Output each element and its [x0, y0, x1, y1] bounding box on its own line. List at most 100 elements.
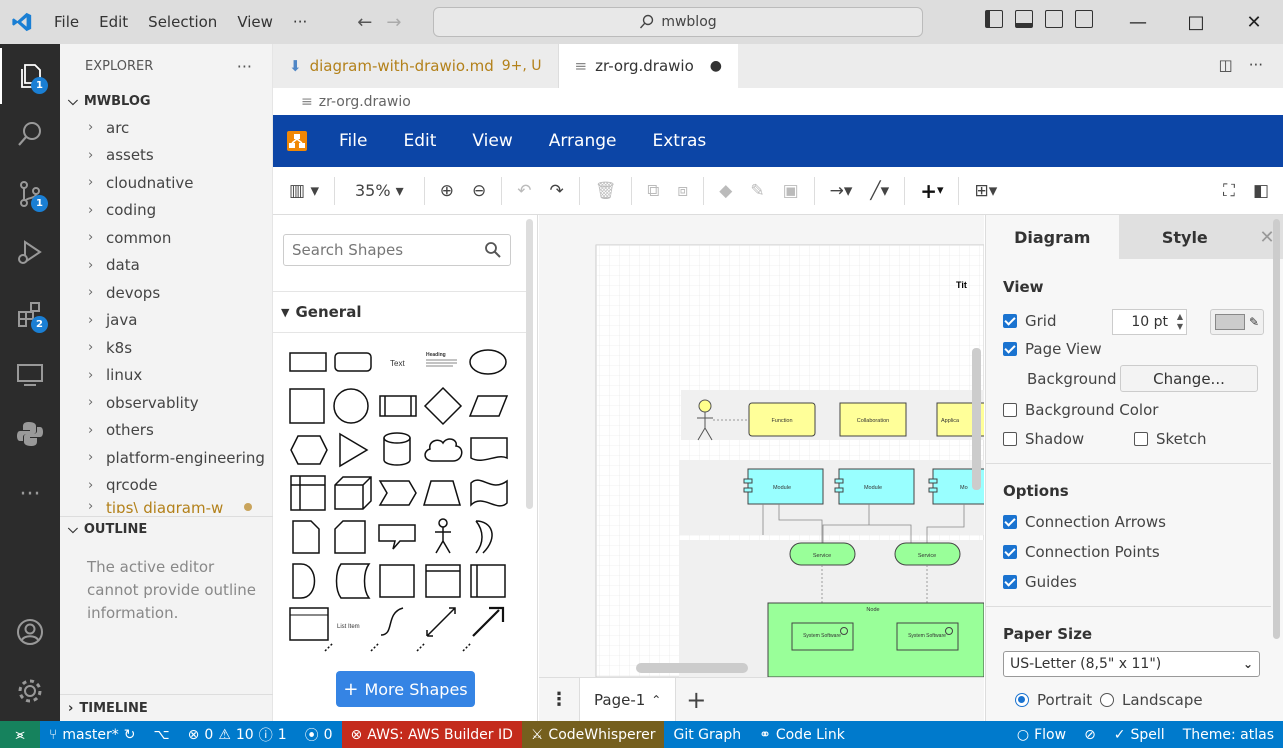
fill-color-icon[interactable]: ◆: [710, 167, 741, 215]
branch-indicator[interactable]: ⑂ master* ↻: [40, 721, 145, 748]
line-color-icon[interactable]: ✎: [741, 167, 773, 215]
folder-item[interactable]: › others: [60, 417, 272, 445]
waypoints-icon[interactable]: ╱▾: [861, 167, 898, 215]
drawio-menu-arrange[interactable]: Arrange: [531, 131, 635, 151]
folder-item[interactable]: › arc: [60, 114, 272, 142]
shape-library-grid[interactable]: Text Heading List Item: [285, 343, 515, 653]
codewhisperer-indicator[interactable]: ⚔ CodeWhisperer: [521, 721, 665, 748]
git-graph-button[interactable]: Git Graph: [664, 721, 750, 748]
to-front-icon[interactable]: ⧉: [638, 167, 668, 215]
forward-arrow-icon[interactable]: →: [386, 12, 401, 33]
paper-size-select[interactable]: US-Letter (8,5" x 11") ⌄: [1003, 651, 1260, 677]
customize-layout-icon[interactable]: [1075, 10, 1093, 28]
folder-item[interactable]: › java: [60, 307, 272, 335]
table-icon[interactable]: ⊞▾: [965, 167, 1006, 215]
search-activity[interactable]: [0, 106, 60, 162]
general-shapes-header[interactable]: ▼ General: [273, 291, 528, 333]
change-background-button[interactable]: Change...: [1120, 365, 1258, 392]
tab-style[interactable]: Style: [1118, 215, 1252, 259]
unsaved-dot-icon[interactable]: ●: [710, 58, 722, 74]
more-activity-icon[interactable]: ···: [0, 466, 60, 522]
connection-arrows-checkbox[interactable]: [1003, 515, 1017, 529]
command-center-search[interactable]: mwblog: [433, 7, 923, 37]
minimize-icon[interactable]: —: [1109, 0, 1167, 44]
theme-indicator[interactable]: Theme: atlas: [1174, 721, 1283, 748]
back-arrow-icon[interactable]: ←: [357, 12, 372, 33]
shadow-checkbox[interactable]: [1003, 432, 1017, 446]
toggle-panel-icon[interactable]: [1015, 10, 1033, 28]
undo-icon[interactable]: ↶: [508, 167, 540, 215]
source-control-activity[interactable]: 1: [0, 166, 60, 222]
drawio-menu-view[interactable]: View: [454, 131, 530, 151]
close-window-icon[interactable]: ✕: [1225, 0, 1283, 44]
menu-more[interactable]: ···: [283, 0, 317, 44]
drawio-menu-edit[interactable]: Edit: [385, 131, 454, 151]
spell-indicator[interactable]: ✓ Spell: [1105, 721, 1174, 748]
page-view-option[interactable]: Page View: [1003, 340, 1102, 358]
folder-item[interactable]: › assets: [60, 142, 272, 170]
delete-icon[interactable]: 🗑: [586, 167, 626, 215]
grid-checkbox[interactable]: [1003, 314, 1017, 328]
breadcrumb-file[interactable]: zr-org.drawio: [319, 94, 411, 110]
background-color-checkbox[interactable]: [1003, 403, 1017, 417]
folder-item[interactable]: › k8s: [60, 334, 272, 362]
view-panels-icon[interactable]: ▥ ▾: [273, 167, 328, 215]
tab-diagram-with-drawio[interactable]: ⬇ diagram-with-drawio.md 9+, U: [273, 44, 559, 88]
menu-edit[interactable]: Edit: [89, 0, 138, 44]
connection-icon[interactable]: →▾: [821, 167, 862, 215]
connection-arrows-option[interactable]: Connection Arrows: [1003, 513, 1166, 531]
more-actions-icon[interactable]: ···: [1249, 56, 1263, 74]
folder-item[interactable]: › coding: [60, 197, 272, 225]
ports-indicator[interactable]: ⦿ 0: [296, 721, 342, 748]
zoom-select[interactable]: 35% ▾: [341, 167, 418, 215]
format-panel-scrollbar[interactable]: [1273, 219, 1280, 639]
problems-indicator[interactable]: ⊗ 0 ⚠ 10 ⓘ 1: [179, 721, 296, 748]
format-panel-icon[interactable]: ◧: [1244, 167, 1283, 215]
timeline-section[interactable]: › TIMELINE: [60, 694, 273, 721]
run-debug-activity[interactable]: [0, 224, 60, 280]
more-shapes-button[interactable]: + More Shapes: [336, 671, 475, 707]
menu-file[interactable]: File: [44, 0, 89, 44]
page-tab[interactable]: Page-1 ⌃: [579, 677, 677, 722]
outline-section[interactable]: ⌵ OUTLINE: [60, 516, 273, 542]
sync-icon[interactable]: ↻: [124, 727, 136, 743]
code-link-indicator[interactable]: ⚭ Code Link: [750, 721, 854, 748]
menu-selection[interactable]: Selection: [138, 0, 227, 44]
folder-item[interactable]: › devops: [60, 279, 272, 307]
accounts-activity[interactable]: [0, 604, 60, 660]
bell-slash-icon[interactable]: ⊘: [1075, 721, 1105, 748]
drawio-menu-file[interactable]: File: [321, 131, 385, 151]
git-graph-small-icon[interactable]: ⌥: [145, 721, 179, 748]
grid-size-input[interactable]: 10 pt ▲ ▼: [1112, 309, 1187, 335]
drawio-menu-extras[interactable]: Extras: [634, 131, 724, 151]
guides-option[interactable]: Guides: [1003, 573, 1077, 591]
workspace-root[interactable]: ⌵ MWBLOG: [60, 88, 272, 114]
background-color-option[interactable]: Background Color: [1003, 401, 1158, 419]
redo-icon[interactable]: ↷: [540, 167, 572, 215]
flow-indicator[interactable]: ○ Flow: [1008, 721, 1075, 748]
guides-checkbox[interactable]: [1003, 575, 1017, 589]
manage-activity[interactable]: [0, 663, 60, 719]
toggle-sidebar-icon[interactable]: [985, 10, 1003, 28]
zoom-in-icon[interactable]: ⊕: [431, 167, 463, 215]
toggle-secondary-sidebar-icon[interactable]: [1045, 10, 1063, 28]
folder-item[interactable]: › platform-engineering: [60, 444, 272, 472]
insert-icon[interactable]: + ▾: [911, 167, 952, 215]
sketch-option[interactable]: Sketch: [1134, 430, 1207, 448]
to-back-icon[interactable]: ⧈: [668, 167, 697, 215]
menu-view[interactable]: View: [227, 0, 283, 44]
connection-points-checkbox[interactable]: [1003, 545, 1017, 559]
portrait-option[interactable]: Portrait: [1015, 691, 1092, 709]
portrait-radio[interactable]: [1015, 693, 1029, 707]
connection-points-option[interactable]: Connection Points: [1003, 543, 1160, 561]
folder-item[interactable]: › linux: [60, 362, 272, 390]
sketch-checkbox[interactable]: [1134, 432, 1148, 446]
explorer-more-button[interactable]: ···: [237, 57, 252, 76]
landscape-option[interactable]: Landscape: [1100, 691, 1203, 709]
landscape-radio[interactable]: [1100, 693, 1114, 707]
folder-item[interactable]: › observablity: [60, 389, 272, 417]
stepper-icon[interactable]: ▲ ▼: [1177, 312, 1183, 332]
shadow-icon[interactable]: ▣: [774, 167, 808, 215]
tab-zr-org-drawio[interactable]: ≡ zr-org.drawio ●: [558, 44, 738, 88]
maximize-icon[interactable]: □: [1167, 0, 1225, 44]
